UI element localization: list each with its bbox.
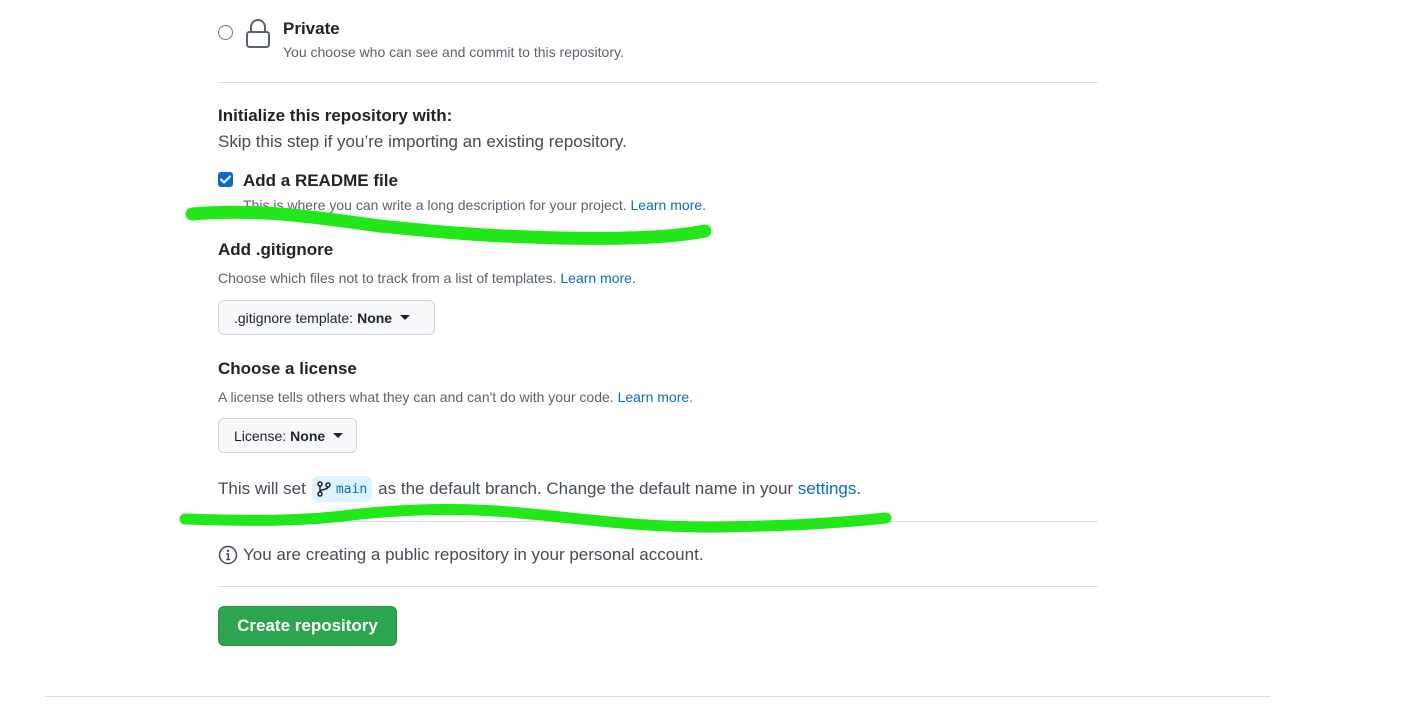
readme-learn-more-link[interactable]: Learn more.: [631, 197, 706, 213]
license-dropdown-label: License:: [234, 427, 287, 444]
public-repo-notice: You are creating a public repository in …: [218, 545, 704, 565]
initialize-description: Skip this step if you’re importing an ex…: [218, 132, 627, 151]
public-repo-message: You are creating a public repository in …: [243, 545, 704, 564]
gitignore-description: Choose which files not to track from a l…: [218, 270, 636, 286]
gitignore-title: Add .gitignore: [218, 240, 334, 259]
divider: [218, 82, 1098, 83]
branch-name: main: [335, 481, 368, 497]
license-learn-more-link[interactable]: Learn more.: [618, 389, 693, 405]
gitignore-description-text: Choose which files not to track from a l…: [218, 270, 557, 286]
branch-name-badge: main: [311, 476, 373, 502]
info-icon: [218, 545, 238, 565]
branch-prefix: This will set: [218, 479, 306, 498]
divider: [218, 586, 1098, 587]
gitignore-template-dropdown[interactable]: .gitignore template: None: [218, 300, 435, 335]
license-dropdown[interactable]: License: None: [218, 418, 357, 453]
caret-down-icon: [400, 315, 411, 320]
annotation-scribble-branch: [179, 503, 892, 533]
gitignore-dropdown-label: .gitignore template:: [234, 309, 354, 326]
lock-icon: [246, 19, 270, 48]
default-branch-note: This will set main as the default branch…: [218, 476, 861, 502]
readme-checkbox[interactable]: [218, 172, 233, 187]
readme-description: This is where you can write a long descr…: [243, 197, 706, 213]
create-repository-button[interactable]: Create repository: [218, 606, 397, 646]
branch-suffix: .: [856, 479, 862, 498]
caret-down-icon: [333, 433, 344, 438]
private-label: Private: [283, 19, 340, 38]
check-icon: [220, 175, 231, 184]
gitignore-dropdown-value: None: [357, 309, 393, 326]
readme-description-text: This is where you can write a long descr…: [243, 197, 627, 213]
private-description: You choose who can see and commit to thi…: [283, 44, 624, 60]
divider: [218, 521, 1098, 522]
annotation-scribbles: [179, 205, 892, 533]
initialize-title: Initialize this repository with:: [218, 106, 453, 125]
annotation-scribble-readme: [185, 205, 712, 245]
branch-middle-text: as the default branch. Change the defaul…: [378, 479, 794, 498]
readme-label[interactable]: Add a README file: [243, 171, 398, 191]
git-branch-icon: [317, 481, 331, 497]
license-description: A license tells others what they can and…: [218, 389, 693, 405]
private-radio[interactable]: [218, 25, 233, 40]
license-description-text: A license tells others what they can and…: [218, 389, 614, 405]
license-dropdown-value: None: [290, 427, 326, 444]
footer-divider: [45, 696, 1270, 697]
license-title: Choose a license: [218, 359, 357, 378]
settings-link[interactable]: settings: [798, 479, 857, 499]
gitignore-learn-more-link[interactable]: Learn more.: [560, 270, 635, 286]
